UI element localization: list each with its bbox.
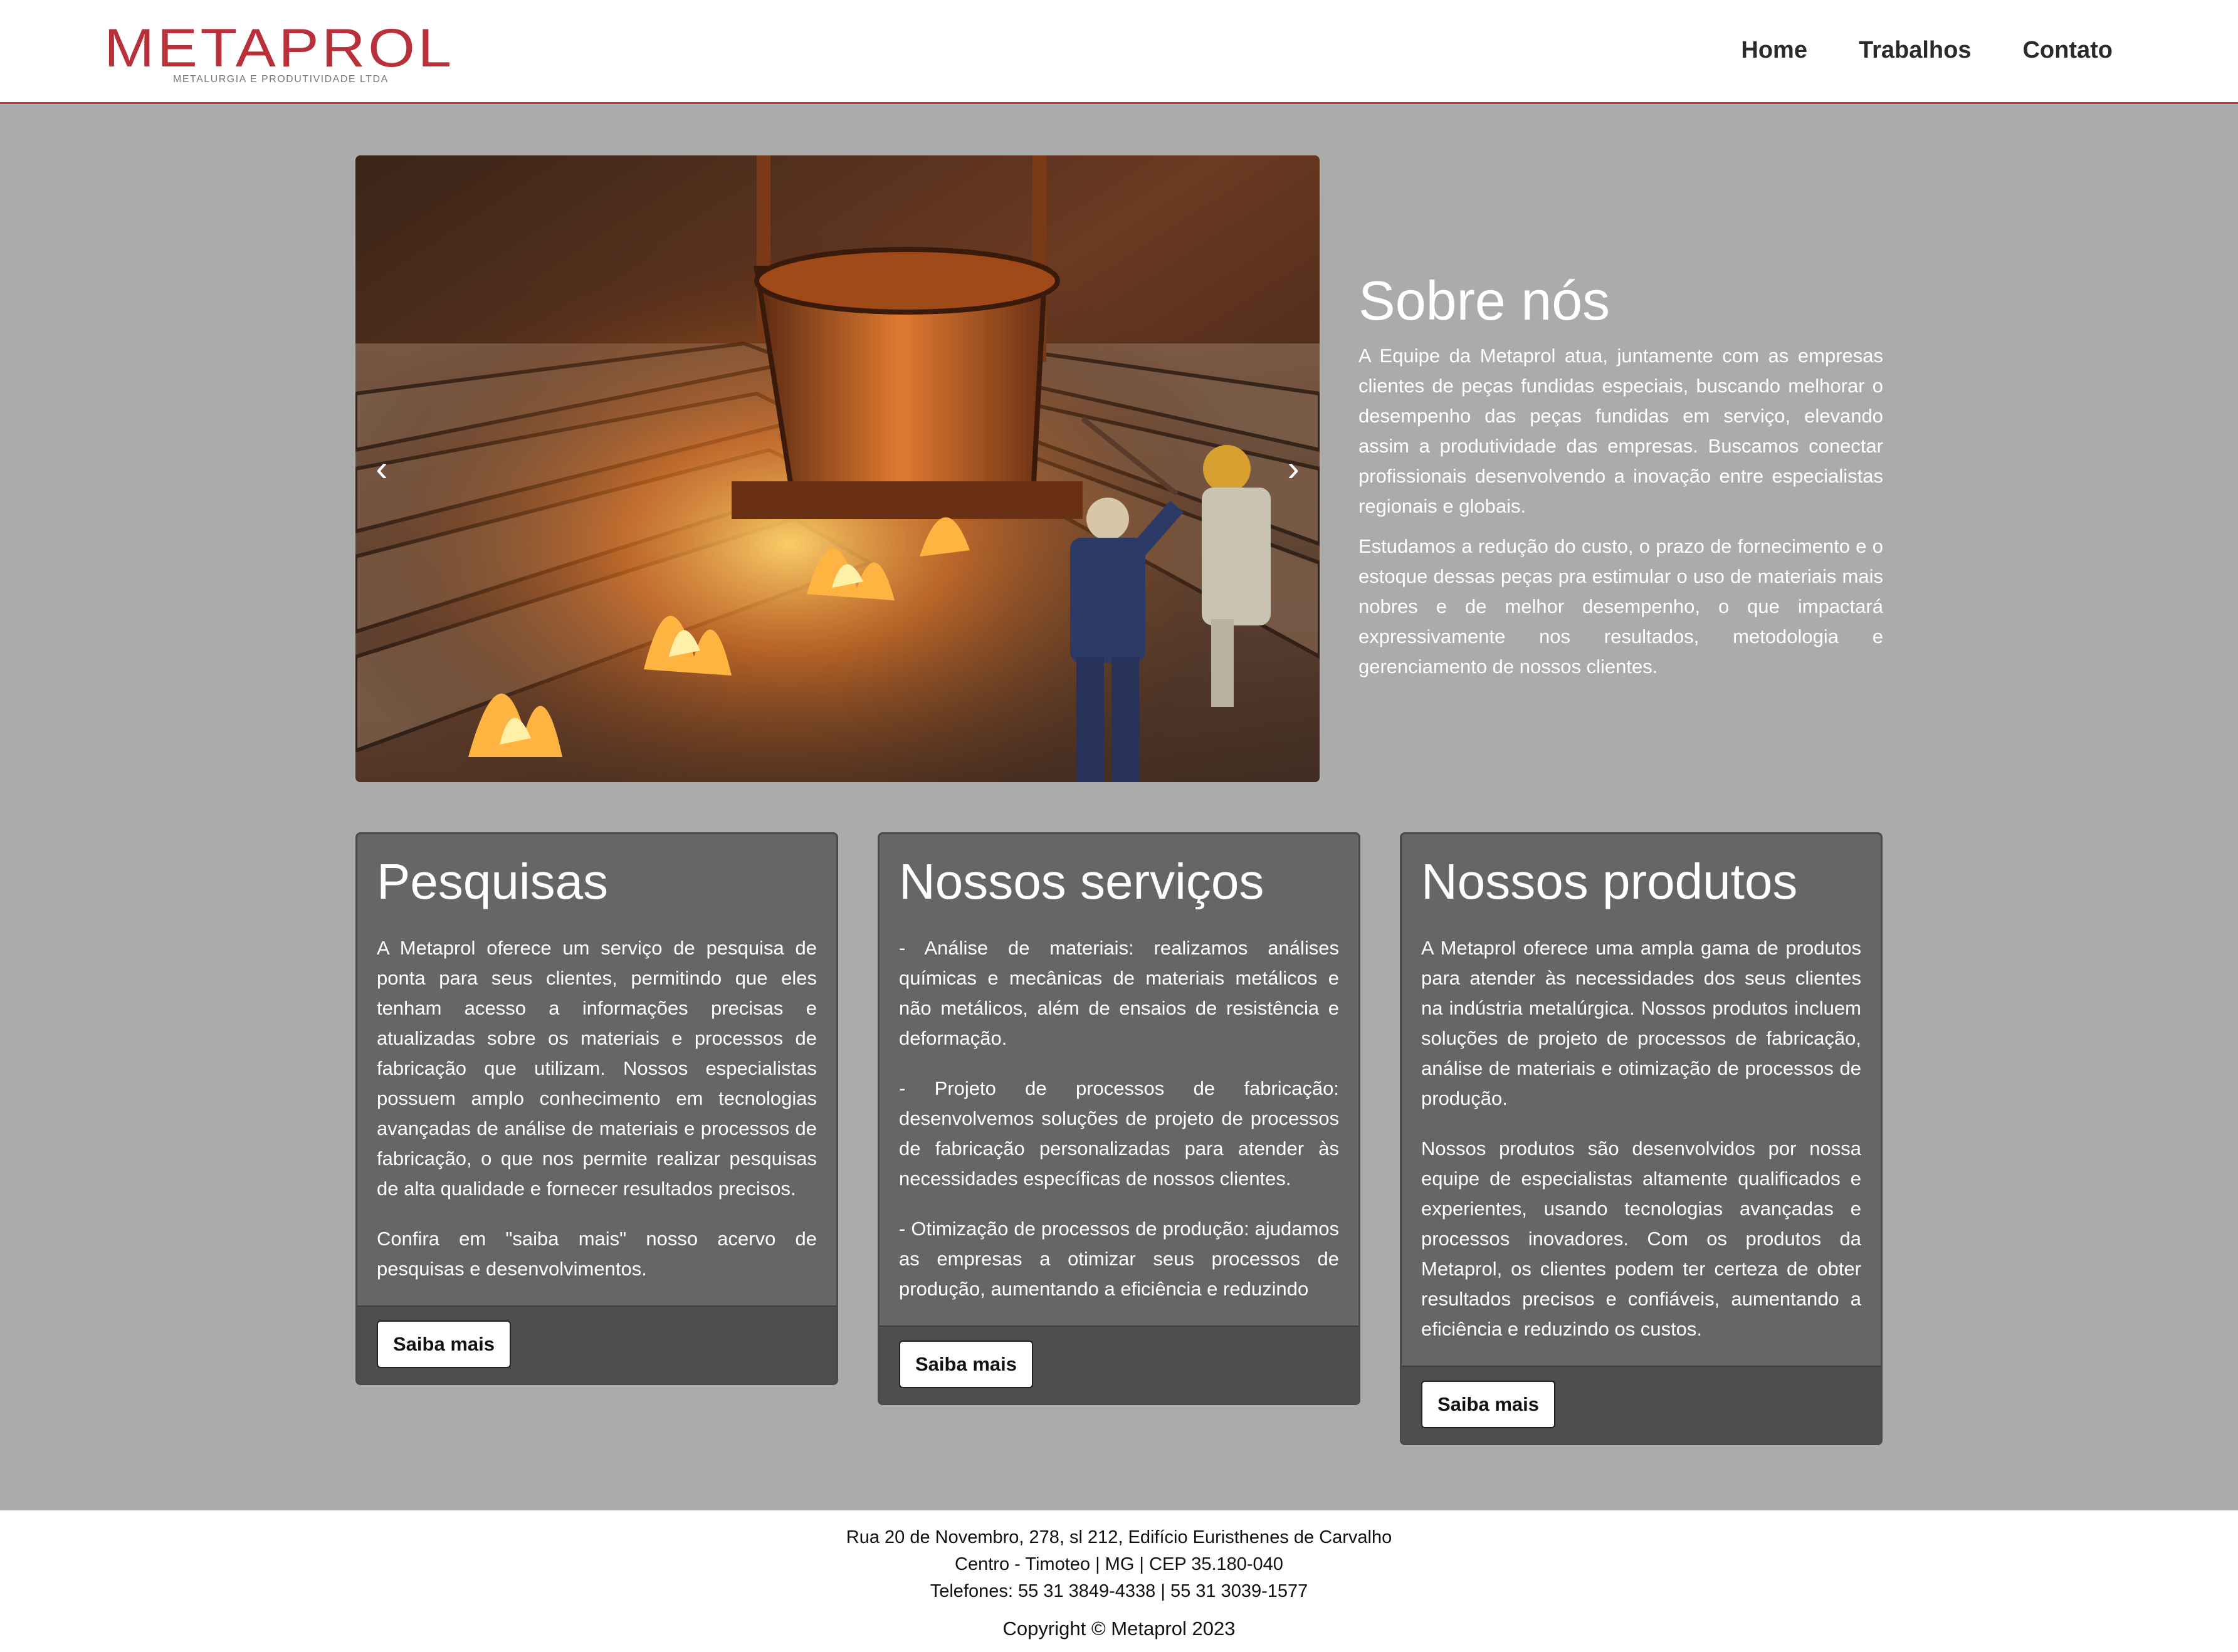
nav-link-trabalhos[interactable]: Trabalhos bbox=[1859, 36, 1972, 64]
card-produtos: Nossos produtos A Metaprol oferece uma a… bbox=[1400, 832, 1883, 1445]
site-header: METAPROL METALURGIA E PRODUTIVIDADE LTDA… bbox=[0, 0, 2238, 104]
site-footer: Rua 20 de Novembro, 278, sl 212, Edifíci… bbox=[0, 1510, 2238, 1652]
saiba-mais-button[interactable]: Saiba mais bbox=[377, 1320, 511, 1368]
card-title: Nossos serviços bbox=[899, 854, 1264, 909]
carousel-prev-icon[interactable]: ‹ bbox=[363, 444, 401, 494]
nav-link-contato[interactable]: Contato bbox=[2022, 36, 2113, 64]
card-title: Nossos produtos bbox=[1421, 854, 1798, 909]
main-nav: Home Trabalhos Contato bbox=[1741, 36, 2113, 64]
logo-tagline: METALURGIA E PRODUTIVIDADE LTDA bbox=[173, 74, 389, 85]
card-paragraph: - Otimização de processos de produção: a… bbox=[899, 1218, 1339, 1300]
saiba-mais-button[interactable]: Saiba mais bbox=[899, 1341, 1033, 1388]
image-carousel[interactable]: ‹ › bbox=[355, 155, 1320, 782]
card-paragraph: A Metaprol oferece uma ampla gama de pro… bbox=[1421, 937, 1861, 1109]
carousel-next-icon[interactable]: › bbox=[1274, 444, 1312, 494]
foundry-photo bbox=[355, 155, 1320, 782]
card-paragraph: A Metaprol oferece um serviço de pesquis… bbox=[377, 937, 817, 1200]
logo-wordmark: METAPROL bbox=[104, 18, 454, 78]
card-paragraph: Nossos produtos são desenvolvidos por no… bbox=[1421, 1137, 1861, 1340]
footer-address: Rua 20 de Novembro, 278, sl 212, Edifíci… bbox=[846, 1527, 1392, 1547]
card-footer: Saiba mais bbox=[880, 1325, 1358, 1403]
footer-phones: Telefones: 55 31 3849-4338 | 55 31 3039-… bbox=[930, 1581, 1308, 1601]
card-title: Pesquisas bbox=[377, 854, 609, 909]
card-paragraph: - Análise de materiais: realizamos análi… bbox=[899, 937, 1339, 1049]
metaprol-logo[interactable]: METAPROL METALURGIA E PRODUTIVIDADE LTDA bbox=[104, 21, 451, 88]
card-footer: Saiba mais bbox=[1402, 1366, 1881, 1443]
saiba-mais-button[interactable]: Saiba mais bbox=[1421, 1381, 1555, 1428]
nav-link-home[interactable]: Home bbox=[1741, 36, 1807, 64]
footer-city: Centro - Timoteo | MG | CEP 35.180-040 bbox=[955, 1554, 1283, 1574]
about-section: Sobre nós A Equipe da Metaprol atua, jun… bbox=[1358, 269, 1883, 692]
about-title: Sobre nós bbox=[1358, 269, 1610, 332]
card-paragraph: - Projeto de processos de fabricação: de… bbox=[899, 1077, 1339, 1189]
about-paragraph: Estudamos a redução do custo, o prazo de… bbox=[1358, 535, 1883, 677]
card-footer: Saiba mais bbox=[357, 1305, 836, 1383]
card-servicos: Nossos serviços - Análise de materiais: … bbox=[878, 832, 1360, 1405]
card-pesquisas: Pesquisas A Metaprol oferece um serviço … bbox=[355, 832, 838, 1385]
card-paragraph: Confira em "saiba mais" nosso acervo de … bbox=[377, 1228, 817, 1280]
footer-copyright: Copyright © Metaprol 2023 bbox=[1002, 1618, 1236, 1639]
about-paragraph: A Equipe da Metaprol atua, juntamente co… bbox=[1358, 345, 1883, 517]
